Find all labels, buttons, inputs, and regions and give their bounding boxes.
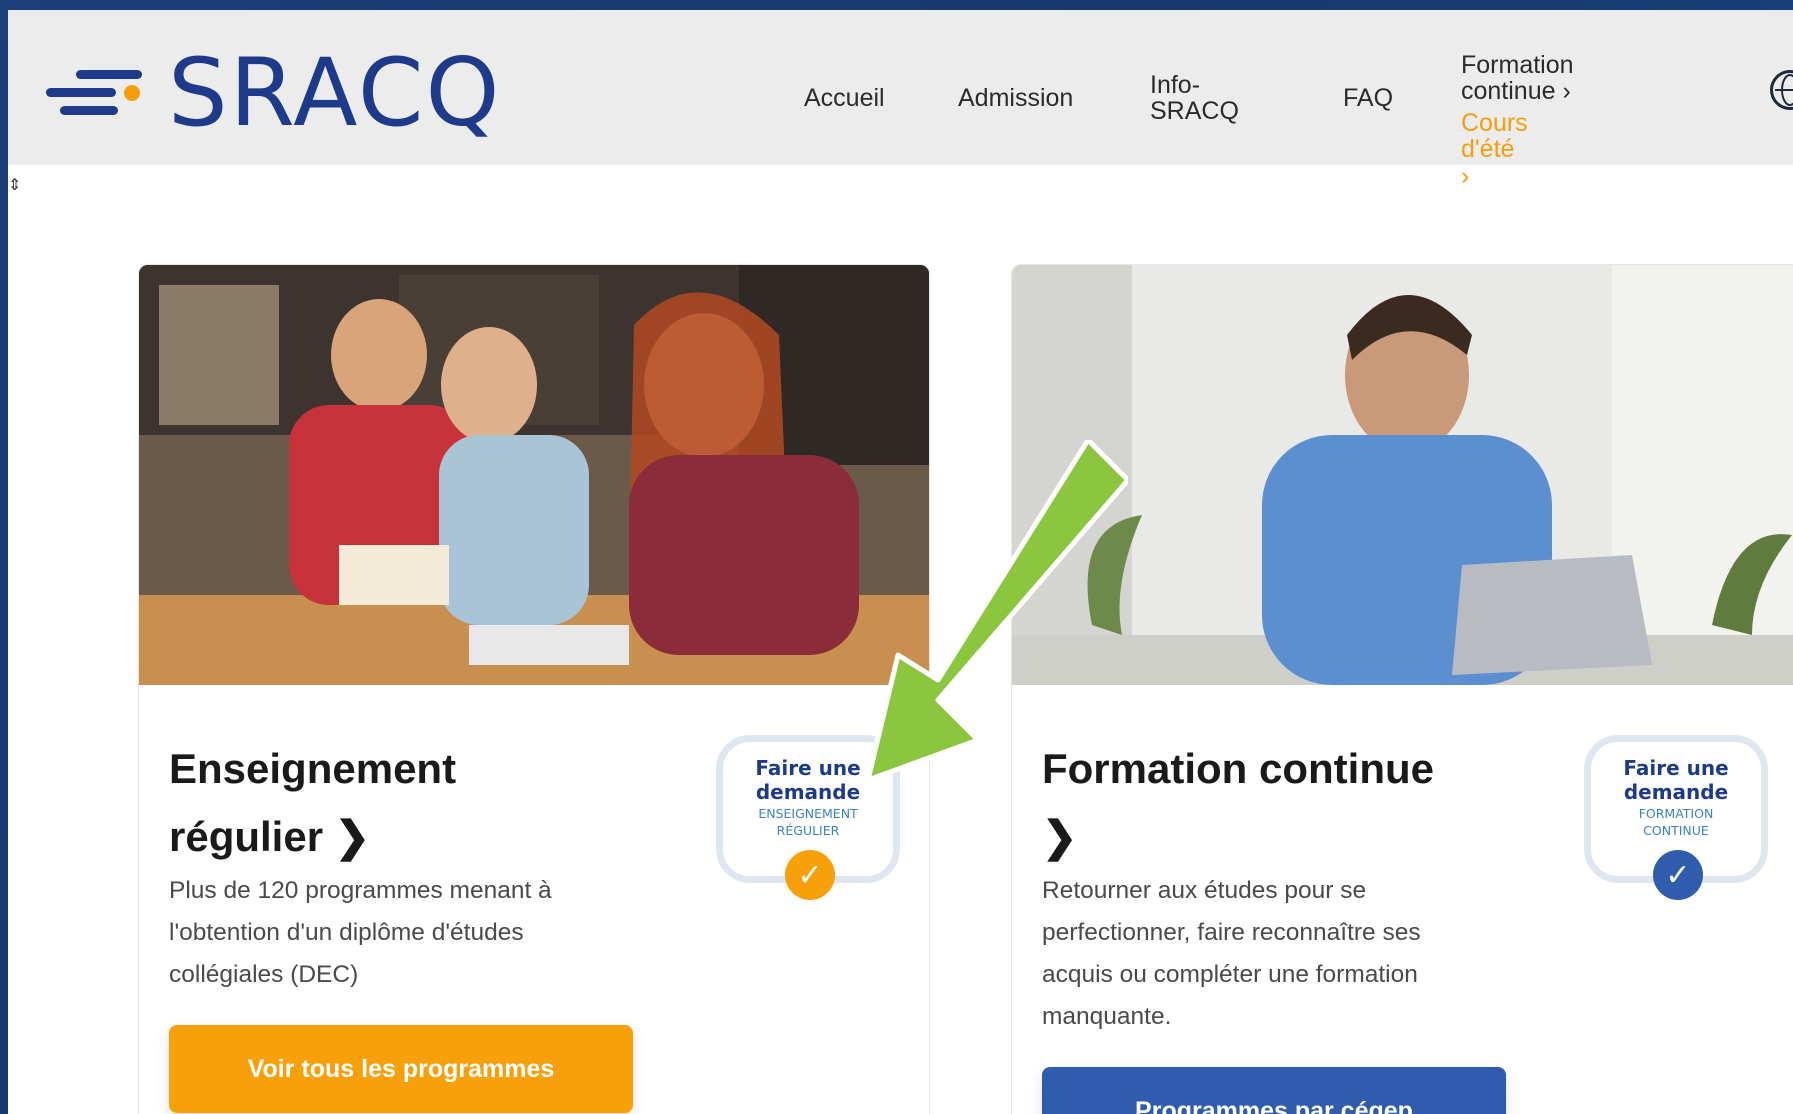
card-title-line2: ❯: [1042, 813, 1078, 860]
logo-mark-icon: [38, 54, 158, 134]
badge-sub1: ENSEIGNEMENT: [758, 806, 858, 821]
nav-faq[interactable]: FAQ: [1343, 85, 1393, 112]
nav-formation-line1: Formation: [1461, 51, 1574, 79]
check-hand-icon: ✓: [785, 850, 835, 900]
students-photo: [139, 265, 929, 685]
nav-formation-line2: continue ›: [1461, 77, 1571, 106]
faire-demande-badge[interactable]: Faire une demande FORMATION CONTINUE ✓: [1584, 735, 1768, 900]
nav-cours-ete[interactable]: Cours d'été ›: [1461, 110, 1528, 189]
man-laptop-photo: [1012, 265, 1793, 685]
badge-line1: Faire une: [1623, 756, 1729, 780]
voir-programmes-button[interactable]: Voir tous les programmes: [169, 1025, 633, 1113]
globe-icon[interactable]: [1770, 70, 1793, 110]
badge-line2: demande: [1623, 780, 1729, 804]
check-hand-icon: ✓: [1653, 850, 1703, 900]
badge-sub1: FORMATION: [1638, 806, 1714, 821]
sort-arrow-icon: ⇕: [8, 177, 22, 194]
nav-info-sracq[interactable]: Info- SRACQ: [1150, 72, 1239, 125]
annotation-arrow-icon: [865, 440, 1128, 783]
sracq-logo[interactable]: SRACQ: [38, 44, 501, 144]
card-description: Retourner aux études pour se perfectionn…: [1042, 877, 1421, 1030]
card-title-line1: Enseignement: [169, 745, 457, 792]
badge-sub2: RÉGULIER: [776, 823, 840, 838]
nav-formation-continue[interactable]: Formation continue ›: [1461, 52, 1574, 105]
programmes-par-cegep-button[interactable]: Programmes par cégep: [1042, 1067, 1506, 1114]
site-header: SRACQ Accueil Admission Info- SRACQ FAQ …: [8, 10, 1793, 189]
card-title[interactable]: Enseignement régulier ❯: [169, 735, 689, 871]
nav-info-line2: SRACQ: [1150, 97, 1239, 126]
logo-text: SRACQ: [168, 39, 502, 148]
card-formation-continue: Formation continue ❯ Retourner aux étude…: [1011, 264, 1793, 1114]
nav-info-line1: Info-: [1150, 71, 1201, 99]
card-description: Plus de 120 programmes menant à l'obtent…: [169, 877, 552, 988]
card-enseignement-regulier: Enseignement régulier ❯ Plus de 120 prog…: [138, 264, 930, 1114]
nav-admission[interactable]: Admission: [958, 85, 1073, 112]
browser-viewport: SRACQ Accueil Admission Info- SRACQ FAQ …: [8, 10, 1793, 1114]
nav-accueil[interactable]: Accueil: [804, 85, 885, 112]
badge-sub2: CONTINUE: [1643, 823, 1709, 838]
card-title-line2: régulier ❯: [169, 813, 370, 860]
